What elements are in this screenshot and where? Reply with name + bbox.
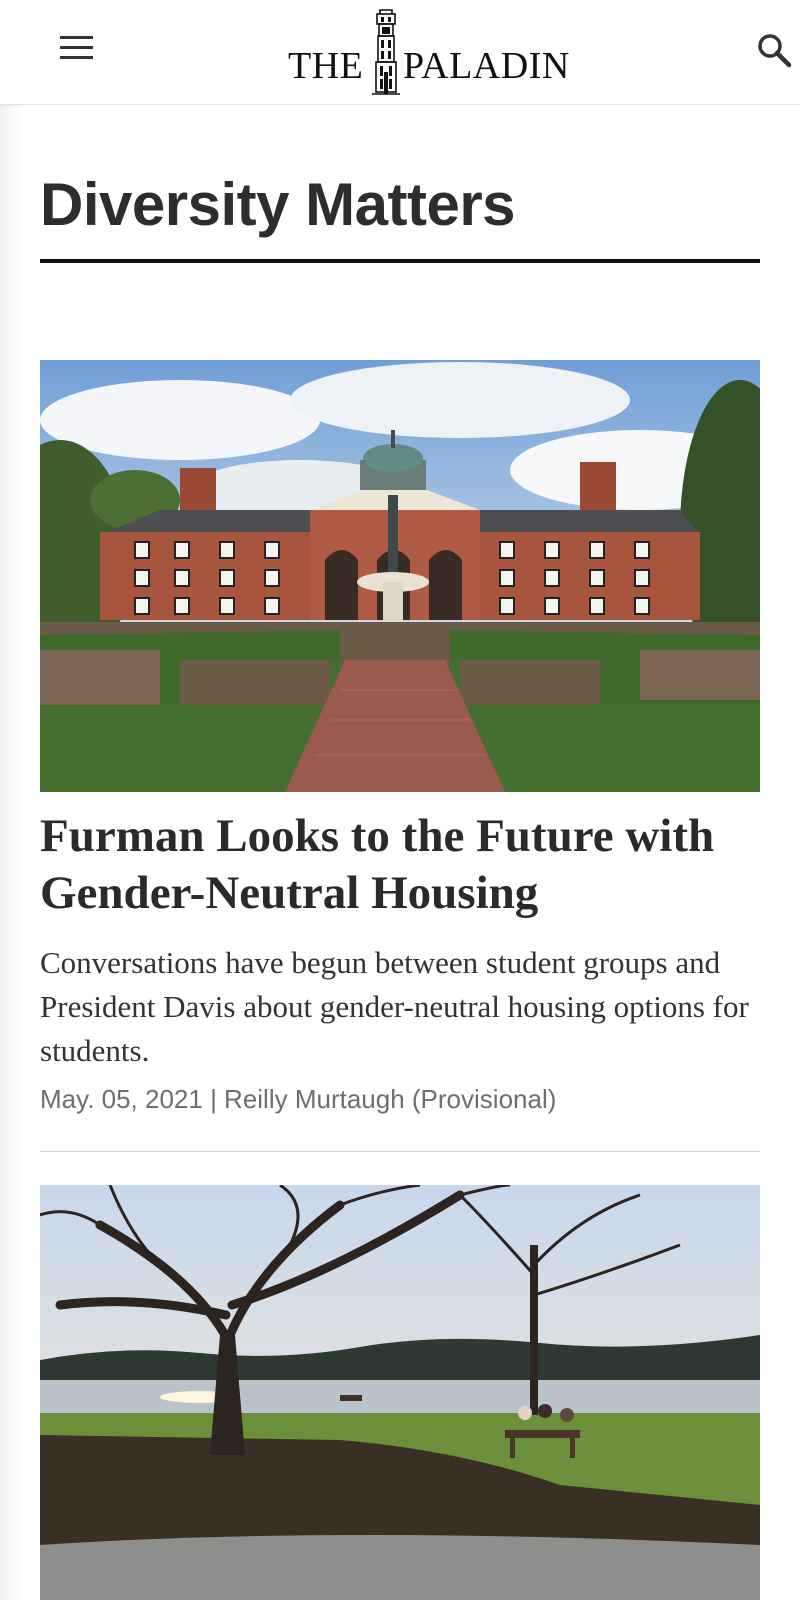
article-image-lake[interactable] — [40, 1185, 760, 1600]
article-divider — [40, 1151, 760, 1152]
article-byline: May. 05, 2021 | Reilly Murtaugh (Provisi… — [40, 1084, 557, 1114]
article-summary: Conversations have begun between student… — [40, 945, 749, 1068]
search-button[interactable] — [756, 32, 796, 72]
search-icon — [758, 34, 792, 68]
logo-text-paladin: PALADIN — [403, 45, 570, 87]
dormitory-photo — [40, 360, 760, 792]
logo-text-the: THE — [288, 45, 364, 87]
site-logo[interactable]: THE PALADIN — [288, 8, 570, 98]
page-edge-shadow — [0, 0, 22, 1600]
site-header: THE PALADIN — [0, 0, 800, 105]
menu-button[interactable] — [56, 36, 94, 66]
article-headline[interactable]: Furman Looks to the Future with Gender-N… — [40, 808, 770, 922]
tower-icon — [372, 9, 400, 95]
title-underline — [40, 259, 760, 263]
page-title: Diversity Matters — [40, 171, 516, 238]
article-image-housing[interactable] — [40, 360, 760, 792]
lake-photo — [40, 1185, 760, 1600]
menu-icon — [60, 36, 93, 39]
